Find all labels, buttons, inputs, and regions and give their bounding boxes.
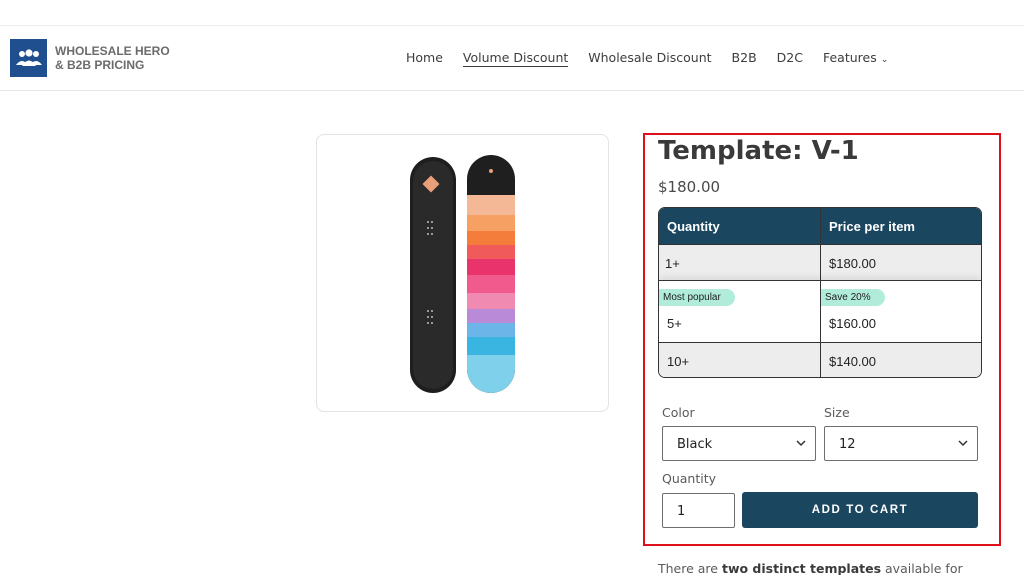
chevron-down-icon [958, 440, 968, 447]
people-group-icon [10, 39, 47, 77]
description-suffix: available for [881, 561, 963, 575]
size-select[interactable]: 12 [824, 426, 978, 461]
save-badge: Save 20% [821, 289, 885, 306]
header-price-per-item: Price per item [820, 208, 981, 244]
row-quantity: 5+ [667, 316, 682, 331]
table-row[interactable]: 1+ $180.00 [659, 244, 981, 280]
product-image[interactable] [316, 134, 609, 412]
product-price: $180.00 [658, 178, 721, 196]
nav-d2c[interactable]: D2C [777, 50, 803, 67]
nav-home[interactable]: Home [406, 50, 443, 67]
nav-features-menu[interactable]: Features ⌄ [823, 50, 888, 67]
most-popular-badge: Most popular [659, 289, 735, 306]
snowboard-illustration [410, 155, 515, 393]
size-label: Size [824, 405, 850, 420]
chevron-down-icon [796, 440, 806, 447]
nav-b2b[interactable]: B2B [732, 50, 757, 67]
top-announcement-bar [0, 0, 1024, 26]
row-price: $160.00 [829, 316, 876, 331]
logo-text: WHOLESALE HERO & B2B PRICING [55, 44, 170, 72]
table-header-row: Quantity Price per item [659, 208, 981, 244]
chevron-down-icon: ⌄ [880, 55, 889, 65]
quantity-label: Quantity [662, 471, 717, 486]
nav-volume-discount[interactable]: Volume Discount [462, 50, 569, 67]
add-to-cart-button[interactable]: ADD TO CART [742, 492, 978, 528]
store-logo[interactable]: WHOLESALE HERO & B2B PRICING [10, 39, 170, 77]
row-price: $140.00 [820, 343, 981, 377]
logo-line-1: WHOLESALE HERO [55, 44, 170, 58]
color-label: Color [662, 405, 695, 420]
row-quantity: 1+ [665, 256, 680, 271]
description-prefix: There are [658, 561, 722, 575]
nav-wholesale-discount[interactable]: Wholesale Discount [588, 50, 711, 67]
table-row[interactable]: 10+ $140.00 [659, 342, 981, 377]
description-bold: two distinct templates [721, 561, 882, 575]
size-select-value: 12 [839, 437, 856, 452]
main-nav: Home Volume Discount Wholesale Discount … [406, 50, 908, 67]
quantity-input[interactable]: 1 [662, 493, 735, 528]
color-select-value: Black [677, 437, 713, 452]
product-description: There are two distinct templates availab… [658, 561, 963, 575]
site-header: WHOLESALE HERO & B2B PRICING Home Volume… [0, 26, 1024, 91]
table-row[interactable]: Most popular 5+ Save 20% $160.00 [659, 280, 981, 342]
volume-pricing-table: Quantity Price per item 1+ $180.00 Most … [658, 207, 982, 378]
nav-features-label: Features [822, 50, 877, 65]
header-quantity: Quantity [667, 219, 720, 234]
row-quantity: 10+ [667, 354, 690, 369]
color-select[interactable]: Black [662, 426, 816, 461]
row-price: $180.00 [820, 245, 981, 280]
logo-line-2: & B2B PRICING [55, 58, 145, 72]
product-title: Template: V-1 [658, 136, 859, 166]
